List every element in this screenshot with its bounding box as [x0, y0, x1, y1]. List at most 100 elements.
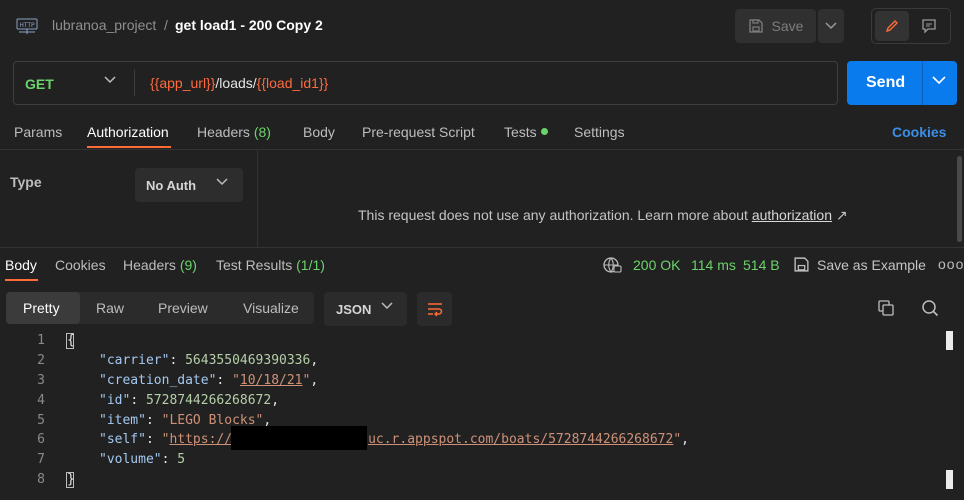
save-button[interactable]: Save — [735, 9, 816, 43]
external-link-icon: ↗ — [835, 207, 848, 223]
code-line-creation-date[interactable]: "creation_date": "10/18/21", — [99, 373, 318, 388]
chevron-down-icon[interactable] — [104, 76, 116, 84]
save-as-example-button[interactable]: Save as Example — [817, 257, 926, 273]
tab-prerequest-script[interactable]: Pre-request Script — [362, 124, 475, 140]
chevron-down-icon — [216, 178, 228, 186]
json-string-link[interactable]: 10/18/21 — [240, 373, 303, 388]
tab-headers-count: (8) — [253, 124, 271, 140]
send-divider — [922, 61, 923, 105]
code-line-carrier[interactable]: "carrier": 5643550469390336, — [99, 353, 318, 368]
response-size[interactable]: 514 B — [743, 257, 780, 273]
line-number: 1 — [37, 333, 45, 348]
svg-text:HTTP: HTTP — [19, 22, 35, 29]
tab-headers[interactable]: Headers (8) — [197, 124, 271, 140]
self-url-end[interactable]: uc.r.appspot.com/boats/5728744266268672 — [368, 432, 673, 447]
response-tab-cookies[interactable]: Cookies — [55, 257, 106, 273]
active-tab-indicator — [87, 146, 171, 148]
json-key: "id" — [99, 393, 131, 408]
response-tab-body[interactable]: Body — [5, 257, 37, 273]
line-number: 2 — [37, 353, 45, 368]
breadcrumb-separator: / — [164, 17, 168, 33]
copy-icon[interactable] — [877, 299, 895, 317]
response-divider[interactable] — [0, 247, 964, 248]
json-colon: : — [216, 373, 233, 388]
response-tab-headers[interactable]: Headers (9) — [123, 257, 197, 273]
comment-icon — [922, 19, 936, 34]
code-line-self[interactable]: "self": " https:// uc.r.appspot.com/boats/… — [99, 432, 689, 447]
save-label: Save — [771, 18, 804, 34]
view-raw-button[interactable]: Raw — [96, 300, 124, 316]
view-preview-button[interactable]: Preview — [158, 300, 208, 316]
line-number: 4 — [37, 393, 45, 408]
open-brace[interactable]: { — [66, 333, 75, 349]
breadcrumb-project[interactable]: lubranoa_project — [52, 17, 156, 33]
search-icon[interactable] — [921, 299, 939, 317]
json-key: "carrier" — [99, 353, 170, 368]
editor-scrollbar-top[interactable] — [946, 331, 953, 350]
request-title[interactable]: get load1 - 200 Copy 2 — [175, 17, 323, 33]
json-comma: , — [310, 373, 319, 388]
url-variable-load-id: {{load_id1}} — [256, 75, 329, 91]
save-icon — [748, 19, 763, 33]
method-select[interactable]: GET — [25, 76, 54, 92]
chevron-down-icon[interactable] — [932, 76, 946, 85]
response-time[interactable]: 114 ms — [691, 257, 736, 273]
cookies-link[interactable]: Cookies — [892, 124, 946, 140]
more-options-icon[interactable]: ooo — [938, 256, 964, 272]
json-colon: : — [169, 353, 186, 368]
test-results-label: Test Results — [216, 257, 293, 273]
auth-message: This request does not use any authorizat… — [358, 207, 848, 224]
json-colon: : — [130, 393, 146, 408]
json-comma: , — [310, 353, 319, 368]
json-number: 5 — [177, 452, 186, 467]
self-url-start[interactable]: https:// — [169, 432, 232, 447]
pencil-icon — [885, 20, 898, 33]
tab-settings[interactable]: Settings — [574, 124, 625, 140]
view-visualize-button[interactable]: Visualize — [243, 300, 299, 316]
tab-params[interactable]: Params — [14, 124, 62, 140]
line-number: 7 — [37, 452, 45, 467]
tab-headers-label: Headers — [197, 124, 250, 140]
url-variable-app-url: {{app_url}} — [150, 75, 216, 91]
tab-body[interactable]: Body — [303, 124, 335, 140]
active-response-tab-indicator — [5, 279, 38, 281]
language-value: JSON — [336, 302, 372, 317]
auth-type-label: Type — [10, 174, 42, 190]
tab-authorization[interactable]: Authorization — [87, 124, 169, 140]
tests-status-dot — [541, 128, 548, 135]
wrap-lines-button[interactable] — [417, 292, 452, 326]
line-number: 8 — [37, 472, 45, 487]
globe-icon[interactable] — [602, 256, 622, 274]
close-brace[interactable]: } — [66, 472, 75, 488]
edit-mode-button[interactable] — [875, 11, 909, 41]
code-line-id[interactable]: "id": 5728744266268672, — [99, 393, 279, 408]
editor-scrollbar-bottom[interactable] — [946, 470, 953, 489]
panel-scrollbar[interactable] — [957, 156, 962, 242]
tab-tests[interactable]: Tests — [504, 124, 537, 140]
json-number: 5728744266268672 — [145, 393, 272, 408]
status-code[interactable]: 200 OK — [633, 257, 680, 273]
line-number: 6 — [37, 432, 45, 447]
json-comma: , — [681, 432, 689, 447]
json-number: 5643550469390336 — [185, 353, 311, 368]
url-input[interactable]: {{app_url}}/loads/{{load_id1}} — [150, 75, 328, 91]
auth-message-text: This request does not use any authorizat… — [358, 207, 752, 223]
auth-type-value: No Auth — [146, 178, 197, 193]
chevron-down-icon — [825, 22, 837, 30]
authorization-link[interactable]: authorization — [752, 207, 832, 223]
code-line-volume[interactable]: "volume": 5 — [99, 452, 185, 467]
json-colon: : — [145, 413, 162, 428]
tabs-divider — [0, 149, 964, 150]
line-number: 5 — [37, 413, 45, 428]
save-icon[interactable] — [793, 256, 810, 273]
save-options-button[interactable] — [818, 9, 844, 43]
url-bar — [13, 61, 838, 105]
json-quote: " — [673, 432, 682, 447]
chevron-down-icon — [381, 302, 393, 310]
auth-panel-divider — [257, 150, 258, 247]
json-key: "item" — [99, 413, 146, 428]
http-icon: HTTP — [16, 15, 38, 37]
comments-button[interactable] — [912, 11, 946, 41]
json-key: "creation_date" — [99, 373, 217, 388]
response-tab-test-results[interactable]: Test Results (1/1) — [216, 257, 325, 273]
